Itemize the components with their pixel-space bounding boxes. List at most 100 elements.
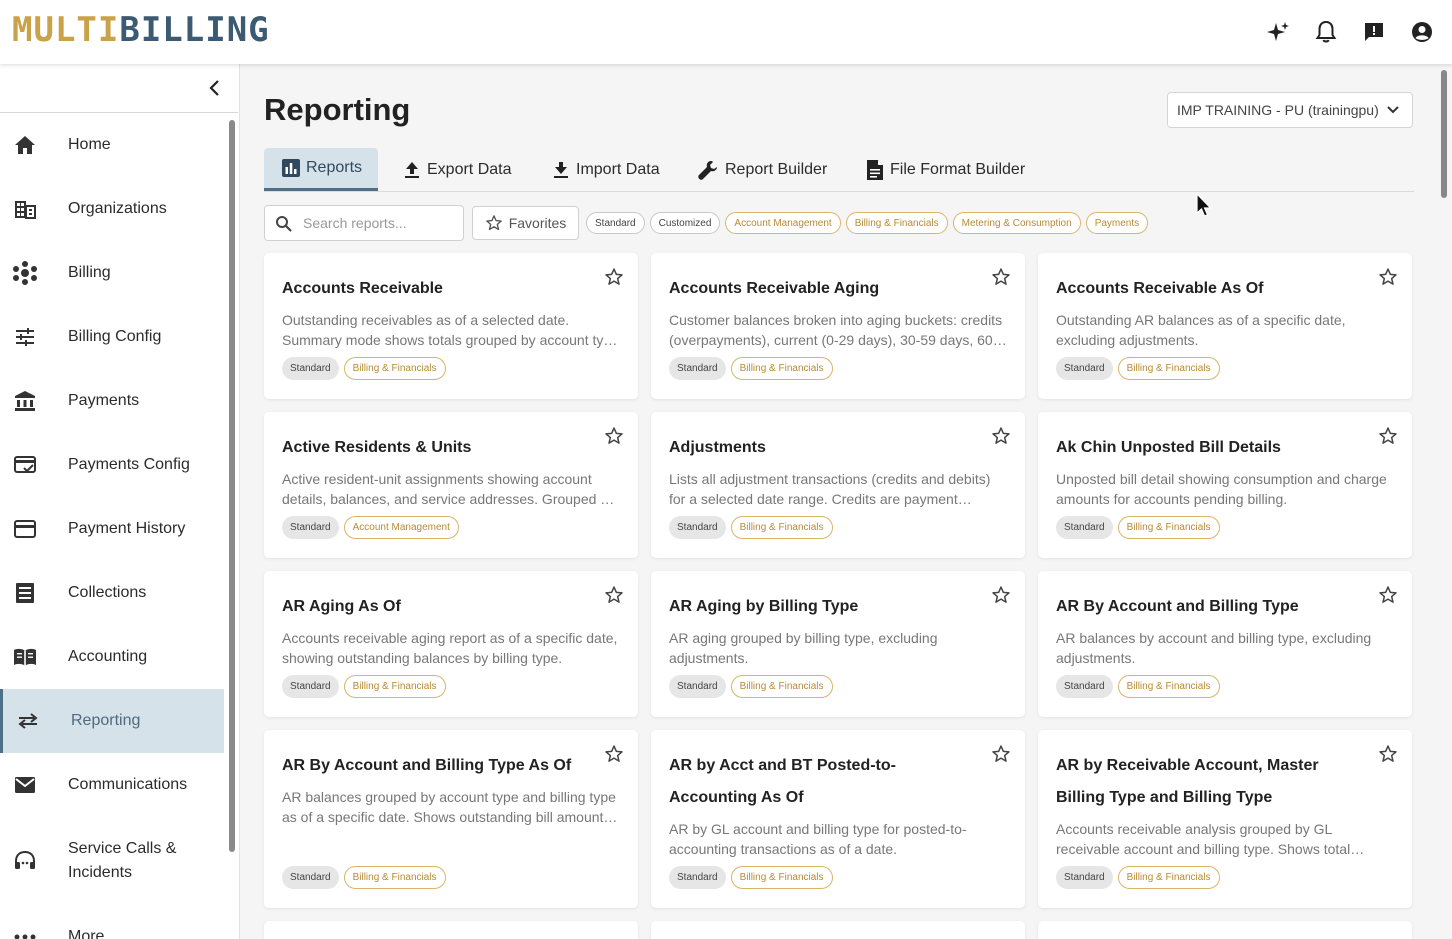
feedback-icon[interactable] [1362,18,1386,46]
sidebar-item-label: Payment History [68,520,186,537]
report-tabs: Reports Export Data Import Data Report B… [264,148,1414,192]
sidebar-item-label: More [68,928,105,939]
star-icon[interactable] [991,744,1011,769]
star-icon[interactable] [604,267,624,292]
sidebar-item-communications[interactable]: Communications [0,753,224,817]
filter-chip-standard[interactable]: Standard [586,212,645,234]
report-card[interactable]: Active Residents & Units Active resident… [264,412,638,558]
report-card[interactable]: AR Aging As Of Accounts receivable aging… [264,571,638,717]
report-card[interactable]: AR by Receivable Account, Master Billing… [1038,730,1412,908]
report-description: AR balances by account and billing type,… [1056,630,1372,666]
star-icon[interactable] [1378,744,1398,769]
tag-category: Billing & Financials [1117,866,1220,889]
chevron-down-icon [1386,103,1400,120]
organization-select[interactable]: IMP TRAINING - PU (trainingpu) [1167,92,1413,128]
sidebar-item-reporting[interactable]: Reporting [0,689,224,753]
report-tags: Standard Billing & Financials [669,675,833,698]
top-icons [1266,18,1434,46]
tag-standard: Standard [282,516,339,539]
sidebar-item-label: Home [68,136,111,153]
filter-chip-billing-financials[interactable]: Billing & Financials [845,212,948,234]
report-card[interactable]: Accounts Receivable Aging Customer balan… [651,253,1025,399]
star-icon[interactable] [604,585,624,610]
top-bar: MULTIBILLING [0,0,1452,64]
star-icon[interactable] [991,585,1011,610]
tag-standard: Standard [1056,866,1113,889]
report-card[interactable]: AR by Acct and BT Posted-to-Accounting A… [651,730,1025,908]
sidebar-item-organizations[interactable]: Organizations [0,177,224,241]
sidebar-item-billing[interactable]: Billing [0,241,224,305]
main-scrollbar[interactable] [1441,70,1447,198]
hub-icon [12,260,38,286]
report-tags: Standard Billing & Financials [282,866,446,889]
tag-standard: Standard [669,516,726,539]
report-card[interactable]: Accounts Receivable Outstanding receivab… [264,253,638,399]
tag-category: Billing & Financials [1117,516,1220,539]
sidebar-item-billing-config[interactable]: Billing Config [0,305,224,369]
tag-category: Billing & Financials [730,866,833,889]
report-tags: Standard Billing & Financials [282,357,446,380]
report-card[interactable]: Ak Chin Unposted Bill Details Unposted b… [1038,412,1412,558]
star-icon[interactable] [604,744,624,769]
star-icon[interactable] [604,426,624,451]
report-description: Unposted bill detail showing consumption… [1056,471,1387,507]
filter-chip-metering-consumption[interactable]: Metering & Consumption [952,212,1081,234]
star-icon[interactable] [1378,585,1398,610]
report-card[interactable]: Adjustments Lists all adjustment transac… [651,412,1025,558]
sidebar-item-label: Payments Config [68,456,190,473]
report-card-partial[interactable] [264,921,638,939]
account-icon[interactable] [1410,18,1434,46]
search-input[interactable] [303,215,453,231]
filter-chip-customized[interactable]: Customized [649,212,721,234]
sidebar-item-payments[interactable]: Payments [0,369,224,433]
bell-icon[interactable] [1314,18,1338,46]
sparkle-icon[interactable] [1266,18,1290,46]
chevron-left-icon[interactable] [206,78,224,103]
star-outline-icon [485,215,502,231]
document-icon [867,159,883,180]
tab-export-data[interactable]: Export Data [403,148,511,191]
sidebar-item-accounting[interactable]: Accounting [0,625,224,689]
star-icon[interactable] [991,426,1011,451]
tab-report-builder[interactable]: Report Builder [697,148,827,191]
tab-reports[interactable]: Reports [264,148,379,191]
report-card[interactable]: Accounts Receivable As Of Outstanding AR… [1038,253,1412,399]
tab-file-format-builder[interactable]: File Format Builder [866,148,1025,191]
tag-category: Billing & Financials [343,357,446,380]
sidebar-item-payments-config[interactable]: Payments Config [0,433,224,497]
building-icon [12,196,38,222]
sidebar-item-home[interactable]: Home [0,113,224,177]
sidebar-item-label: Organizations [68,200,167,217]
star-icon[interactable] [991,267,1011,292]
report-description: AR by GL account and billing type for po… [669,821,967,857]
card-check-icon [12,452,38,478]
report-card[interactable]: AR By Account and Billing Type AR balanc… [1038,571,1412,717]
main-content: Reporting IMP TRAINING - PU (trainingpu)… [240,64,1440,939]
report-card-partial[interactable] [651,921,1025,939]
report-card[interactable]: AR By Account and Billing Type As Of AR … [264,730,638,908]
favorites-button[interactable]: Favorites [472,206,579,240]
favorites-label: Favorites [508,215,567,231]
tag-standard: Standard [282,357,339,380]
star-icon[interactable] [1378,267,1398,292]
app-logo[interactable]: MULTIBILLING [12,10,270,50]
tab-import-data[interactable]: Import Data [552,148,660,191]
sidebar-item-service-calls[interactable]: Service Calls & Incidents [0,817,224,905]
filter-chip-payments[interactable]: Payments [1085,212,1149,234]
report-card-partial[interactable] [1038,921,1412,939]
tag-category: Billing & Financials [1117,357,1220,380]
filter-chip-account-management[interactable]: Account Management [725,212,841,234]
report-card[interactable]: AR Aging by Billing Type AR aging groupe… [651,571,1025,717]
mouse-cursor-icon [1196,192,1212,224]
report-tags: Standard Billing & Financials [669,516,833,539]
sidebar-scrollbar[interactable] [229,120,235,852]
search-icon [275,215,293,238]
sidebar-item-collections[interactable]: Collections [0,561,224,625]
star-icon[interactable] [1378,426,1398,451]
credit-card-icon [12,516,38,542]
sidebar-item-label: Billing [68,264,111,281]
sidebar-item-payment-history[interactable]: Payment History [0,497,224,561]
dots-icon [12,924,38,939]
sidebar-item-more[interactable]: More [0,905,224,939]
sidebar: Home Organizations Billing Billing Confi… [0,64,240,939]
